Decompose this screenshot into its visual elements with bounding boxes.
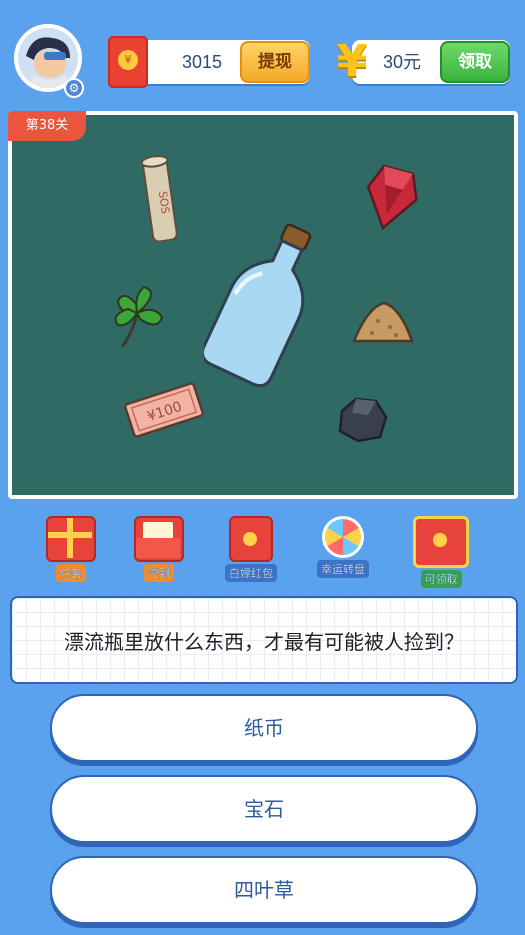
redpacket-coin-symbol: ¥	[118, 50, 138, 70]
question-text: 漂流瓶里放什么东西，才最有可能被人捡到？	[64, 629, 464, 654]
lucky-wheel-icon	[322, 516, 364, 558]
level-tag: 第38关	[8, 111, 86, 141]
gift-box-icon	[46, 516, 96, 562]
settings-gear-icon[interactable]: ⚙	[64, 78, 84, 98]
claim-button[interactable]: 领取	[440, 41, 510, 83]
four-leaf-clover-icon[interactable]	[104, 275, 170, 351]
feature-label: 可领取	[420, 570, 462, 588]
feature-label: 幸运转盘	[317, 560, 369, 578]
feature-label: 任务	[56, 564, 86, 582]
feature-tasks[interactable]: 任务	[36, 516, 106, 582]
answer-option-1[interactable]: 纸币	[50, 694, 478, 762]
feature-lucky-wheel[interactable]: 幸运转盘	[308, 516, 378, 578]
feature-label: 签到	[144, 564, 174, 582]
paper-money-icon[interactable]: ¥100	[122, 377, 206, 443]
feature-free-redpacket[interactable]: 白嫖红包	[216, 516, 286, 582]
feature-claimable[interactable]: 可领取	[406, 516, 476, 588]
drift-bottle-icon[interactable]	[204, 217, 324, 389]
answer-option-3[interactable]: 四叶草	[50, 856, 478, 924]
gemstone-icon[interactable]	[362, 163, 420, 233]
answer-option-2[interactable]: 宝石	[50, 775, 478, 843]
question-card: 漂流瓶里放什么东西，才最有可能被人捡到？	[10, 596, 518, 684]
sand-pile-icon[interactable]	[348, 297, 418, 349]
claimable-redpacket-icon	[413, 516, 469, 568]
redpacket-icon: ¥	[108, 36, 148, 88]
coal-lump-icon[interactable]	[334, 393, 390, 447]
checkin-envelope-icon	[134, 516, 184, 562]
withdraw-button[interactable]: 提现	[240, 41, 310, 83]
feature-label: 白嫖红包	[225, 564, 277, 582]
cash-amount-value: 30元	[382, 52, 422, 72]
sos-note-icon[interactable]: SOS	[138, 153, 182, 247]
coin-balance-value: 3015	[181, 52, 223, 72]
red-envelope-icon	[229, 516, 273, 562]
yuan-icon: ¥	[336, 36, 368, 87]
feature-checkin[interactable]: 签到	[124, 516, 194, 582]
puzzle-board: SOS ¥100	[8, 111, 518, 499]
